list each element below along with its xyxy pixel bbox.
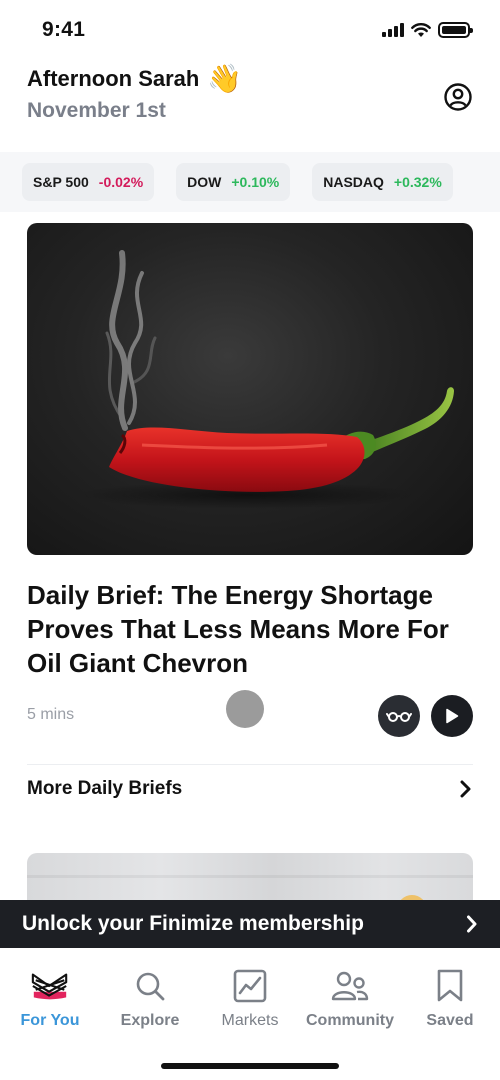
divider	[27, 764, 473, 765]
status-bar: 9:41	[0, 0, 500, 60]
bookmark-icon	[430, 966, 470, 1006]
chevron-right-icon	[467, 915, 477, 933]
status-icons	[382, 22, 473, 38]
finimize-logo-icon	[30, 966, 70, 1006]
people-icon	[330, 966, 370, 1006]
tab-label: Saved	[426, 1012, 474, 1029]
search-icon	[130, 966, 170, 1006]
ticker-change: +0.32%	[393, 174, 442, 190]
battery-icon	[438, 22, 473, 38]
date-label: November 1st	[27, 99, 166, 122]
glasses-icon	[386, 712, 412, 722]
user-icon	[444, 83, 472, 111]
ticker-dow[interactable]: DOW +0.10%	[176, 163, 291, 201]
ticker-name: DOW	[187, 174, 222, 190]
tab-label: Markets	[221, 1012, 279, 1029]
waving-hand-icon: 👋	[207, 63, 243, 94]
header: Afternoon Sarah 👋 November 1st	[27, 62, 473, 142]
ticker-name: NASDAQ	[323, 174, 384, 190]
tab-saved[interactable]: Saved	[400, 966, 500, 1030]
article-title[interactable]: Daily Brief: The Energy Shortage Proves …	[27, 578, 477, 680]
ticker-change: -0.02%	[98, 174, 144, 190]
tab-community[interactable]: Community	[300, 966, 400, 1030]
read-time: 5 mins	[27, 706, 75, 723]
chart-icon	[230, 966, 270, 1006]
tab-explore[interactable]: Explore	[100, 966, 200, 1030]
tab-label: For You	[20, 1012, 80, 1029]
play-icon	[446, 708, 459, 724]
more-daily-briefs-label: More Daily Briefs	[27, 778, 183, 799]
status-time: 9:41	[42, 18, 86, 41]
profile-button[interactable]	[443, 82, 473, 112]
tab-for-you[interactable]: For You	[0, 966, 100, 1030]
ticker-sp500[interactable]: S&P 500 -0.02%	[22, 163, 155, 201]
touch-indicator	[226, 690, 264, 728]
article-hero-image[interactable]	[27, 223, 473, 555]
membership-banner[interactable]: Unlock your Finimize membership	[0, 900, 500, 948]
tab-label: Community	[306, 1012, 394, 1029]
smoking-chili-pepper-image	[77, 250, 454, 509]
chevron-right-icon	[460, 780, 471, 798]
cellular-signal-icon	[382, 23, 404, 37]
ticker-name: S&P 500	[33, 174, 89, 190]
listen-button[interactable]	[378, 695, 420, 737]
tab-markets[interactable]: Markets	[200, 966, 300, 1030]
market-tickers: S&P 500 -0.02% DOW +0.10% NASDAQ +0.32%	[0, 152, 500, 212]
tab-label: Explore	[120, 1012, 180, 1029]
ticker-nasdaq[interactable]: NASDAQ +0.32%	[312, 163, 453, 201]
play-button[interactable]	[431, 695, 473, 737]
ticker-change: +0.10%	[231, 174, 280, 190]
greeting: Afternoon Sarah 👋	[27, 62, 473, 95]
wifi-icon	[411, 22, 431, 37]
more-daily-briefs-link[interactable]: More Daily Briefs	[27, 770, 473, 808]
tab-bar: For You Explore Markets Community Saved	[0, 948, 500, 1080]
membership-banner-text: Unlock your Finimize membership	[22, 912, 364, 935]
greeting-text: Afternoon Sarah	[27, 65, 200, 91]
home-indicator	[161, 1063, 339, 1069]
